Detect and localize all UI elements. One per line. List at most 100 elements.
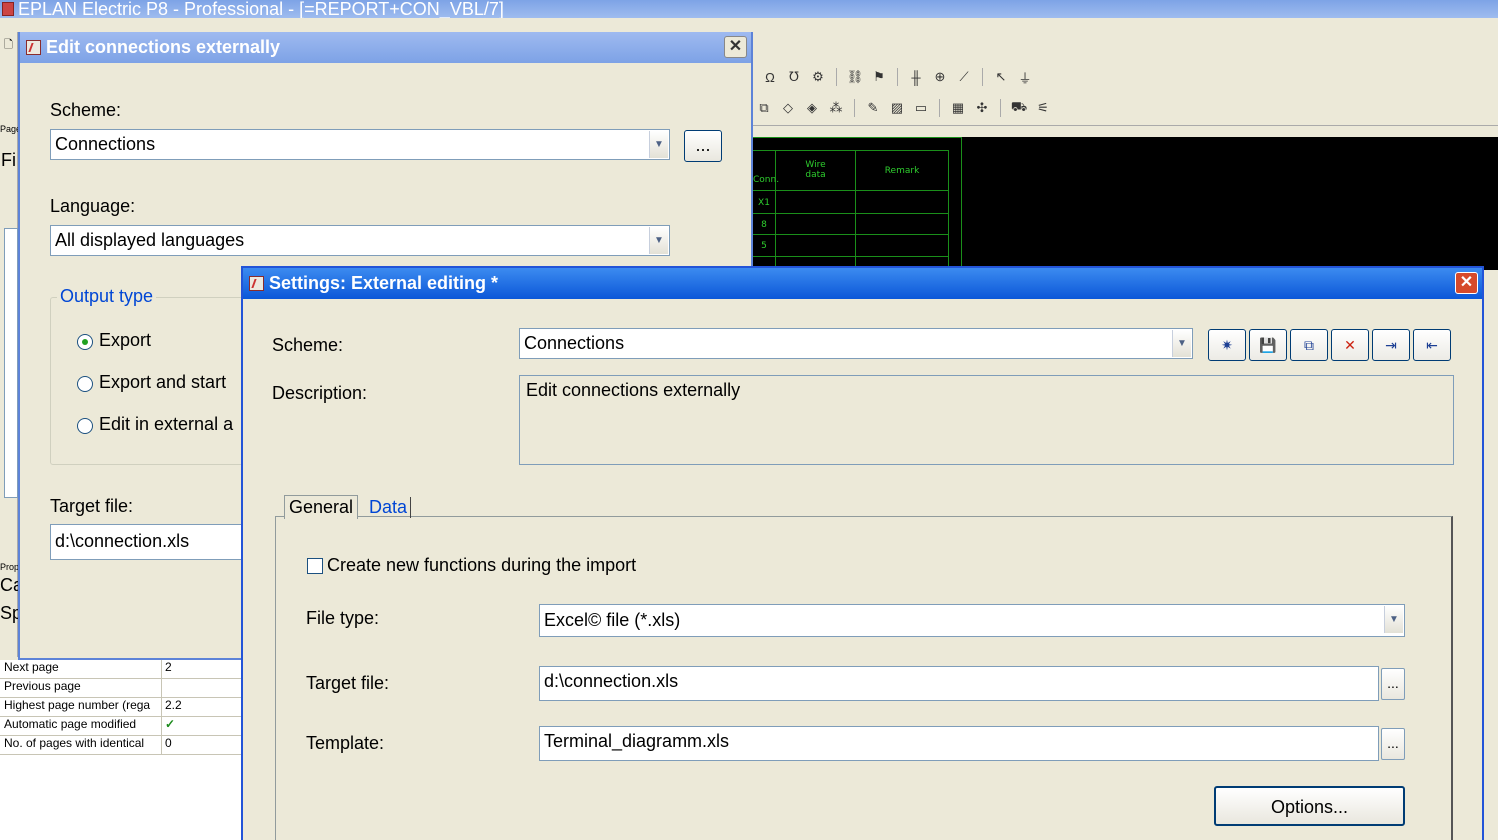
terminal-row-label: 8 [761,220,767,230]
dialog-title: Settings: External editing * [269,273,499,293]
template-input[interactable]: Terminal_diagramm.xls [539,726,1379,761]
symbol-icon[interactable]: Ω [760,67,780,87]
property-row[interactable]: No. of pages with identical 0 [0,736,242,755]
property-row[interactable]: Previous page [0,679,242,698]
dialog-title-bar[interactable]: Settings: External editing * ✕ [243,268,1482,299]
tab-general[interactable]: General [284,495,359,519]
edit-external-label[interactable]: Edit in external a [99,414,233,435]
hatch-icon[interactable]: ▨ [887,98,907,118]
scheme-label: Scheme: [272,335,344,355]
save-icon[interactable]: 💾 [1249,329,1287,361]
eplan-icon [249,276,264,291]
settings-external-editing-dialog: Settings: External editing * ✕ Scheme: C… [241,266,1484,840]
tree-view[interactable] [4,228,18,498]
toolbar-separator [836,68,837,86]
terminal-header-conn: Conn. [753,175,780,185]
chevron-down-icon[interactable]: ▼ [649,227,668,254]
tab-data[interactable]: Data [369,497,412,518]
eplan-icon [26,40,41,55]
property-row[interactable]: Highest page number (rega 2.2 [0,698,242,717]
dialog-title-bar[interactable]: Edit connections externally ✕ [20,32,751,63]
symbol-icon[interactable]: ⚙ [808,67,828,87]
toolbar-row-2: ⧉ ◇ ◈ ⁂ ✎ ▨ ▭ ▦ ✣ ⛟ ⚟ [754,95,1053,121]
export-icon[interactable]: ⇤ [1413,329,1451,361]
scheme-select[interactable]: Connections ▼ [519,328,1193,359]
wire-icon[interactable]: ⊕ [930,67,950,87]
options-button[interactable]: Options... [1214,786,1405,826]
template-label: Template: [306,733,385,753]
import-icon[interactable]: ⇥ [1372,329,1410,361]
close-button[interactable]: ✕ [724,36,747,58]
edit-icon[interactable]: ✎ [863,98,883,118]
cart-icon[interactable]: ⛟ [1009,98,1029,118]
description-field[interactable]: Edit connections externally [519,375,1454,465]
cross-icon[interactable]: ✣ [972,98,992,118]
target-file-input[interactable]: d:\connection.xls [50,524,260,560]
symbol-icon[interactable]: ℧ [784,67,804,87]
scheme-select[interactable]: Connections ▼ [50,129,670,160]
description-label: Description: [272,383,368,403]
app-title-bar: EPLAN Electric P8 - Professional - [=REP… [0,0,1498,18]
shape-icon[interactable]: ◇ [778,98,798,118]
target-file-input[interactable]: d:\connection.xls [539,666,1379,701]
scheme-label: Scheme: [50,100,122,120]
shape-icon[interactable]: ⁂ [826,98,846,118]
edit-external-radio[interactable] [77,418,93,434]
shape-icon[interactable]: ◈ [802,98,822,118]
target-file-label: Target file: [306,673,390,693]
eplan-logo-icon [2,2,14,16]
delete-icon[interactable]: ✕ [1331,329,1369,361]
toolbar-separator [1000,99,1001,117]
symbol-icon[interactable]: ⛓ [845,67,865,87]
chevron-down-icon[interactable]: ▼ [649,131,668,158]
chevron-down-icon[interactable]: ▼ [1384,606,1403,633]
document-icon[interactable]: 🗋 [4,36,13,55]
create-functions-checkbox[interactable] [307,558,323,574]
chevron-down-icon[interactable]: ▼ [1172,330,1191,357]
terminal-row-label: X1 [758,198,770,208]
panel-label: Prop [0,562,20,572]
dialog-title: Edit connections externally [46,37,281,57]
terminal-diagram: Conn. Wire data Remark X1 8 5 [752,137,962,271]
file-type-label: File type: [306,608,380,628]
app-title: EPLAN Electric P8 - Professional - [=REP… [18,0,504,18]
toolbar-separator [897,68,898,86]
language-select[interactable]: All displayed languages ▼ [50,225,670,256]
table-icon[interactable]: ▦ [948,98,968,118]
left-panel: 🗋 Page Fi Prop Ca Sp [0,32,23,657]
copy-icon[interactable]: ⧉ [1290,329,1328,361]
new-scheme-icon[interactable]: ✷ [1208,329,1246,361]
chart-icon[interactable]: ⚟ [1033,98,1053,118]
terminal-header-remark: Remark [884,166,920,176]
browse-target-button[interactable]: ... [1381,668,1405,700]
export-label[interactable]: Export [99,330,151,351]
properties-grid: Next page 2 Previous page Highest page nu… [0,660,242,755]
create-functions-label[interactable]: Create new functions during the import [327,555,636,576]
property-row[interactable]: Next page 2 [0,660,242,679]
symbol-icon[interactable]: ⚑ [869,67,889,87]
browse-scheme-button[interactable]: ... [684,130,722,162]
wire-icon[interactable]: ╫ [906,67,926,87]
shape-icon[interactable]: ⧉ [754,98,774,118]
browse-template-button[interactable]: ... [1381,728,1405,760]
wire-icon[interactable]: ↖ [991,67,1011,87]
wire-icon[interactable]: ⟋ [954,67,974,87]
export-radio[interactable] [77,334,93,350]
box-icon[interactable]: ▭ [911,98,931,118]
panel-label: Fi [1,150,16,170]
target-file-label: Target file: [50,496,134,516]
close-button[interactable]: ✕ [1455,272,1478,294]
properties-empty-area [0,755,242,840]
checkbox-checked-icon[interactable]: ✓ [162,717,175,735]
terminal-row-label: 5 [761,241,767,251]
output-type-title: Output type [57,286,157,307]
file-type-select[interactable]: Excel© file (*.xls) ▼ [539,604,1405,637]
toolbar-separator [982,68,983,86]
toolbar-separator [939,99,940,117]
wire-icon[interactable]: ⏚ [1015,67,1035,87]
toolbar-row-1: Ω ℧ ⚙ ⛓ ⚑ ╫ ⊕ ⟋ ↖ ⏚ [760,64,1035,90]
toolbar-separator [854,99,855,117]
export-and-start-label[interactable]: Export and start [99,372,226,393]
export-and-start-radio[interactable] [77,376,93,392]
property-row[interactable]: Automatic page modified ✓ [0,717,242,736]
